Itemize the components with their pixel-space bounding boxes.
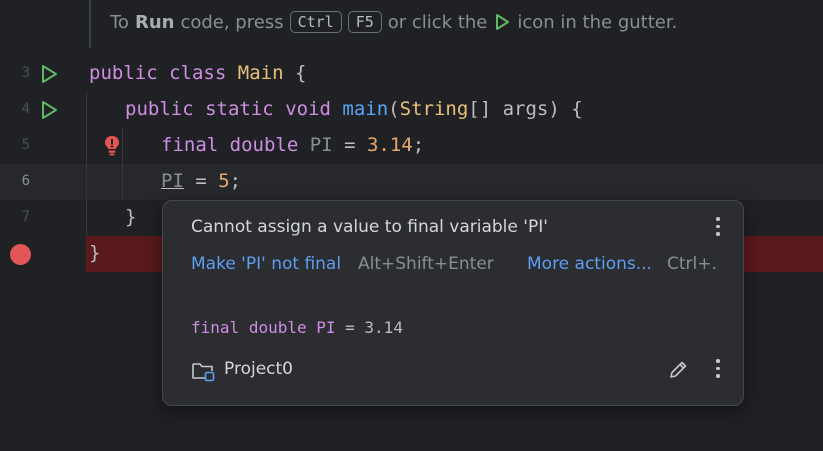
- token: void: [285, 98, 331, 120]
- quick-fix-link[interactable]: Make 'PI' not final: [191, 254, 341, 274]
- project-name[interactable]: Project0: [224, 359, 293, 379]
- line-number: 6: [21, 173, 30, 189]
- kbd-f5: F5: [347, 11, 382, 33]
- folder-icon: [192, 363, 215, 382]
- kbd-ctrl: Ctrl: [289, 11, 342, 33]
- run-icon: [496, 14, 510, 30]
- hint-border: [89, 0, 91, 48]
- token: main: [342, 98, 389, 120]
- token: class: [169, 62, 227, 84]
- line-number: 3: [21, 65, 30, 81]
- code-text[interactable]: final double PI = 3.14;: [161, 134, 424, 156]
- more-vertical-icon[interactable]: [715, 217, 721, 239]
- token: final: [161, 134, 219, 156]
- token: {: [283, 62, 307, 84]
- error-popup: Cannot assign a value to final variable …: [162, 200, 744, 406]
- token: Main: [237, 62, 284, 84]
- more-actions-link[interactable]: More actions...: [527, 254, 652, 274]
- token: public: [89, 62, 158, 84]
- error-message: Cannot assign a value to final variable …: [191, 217, 548, 237]
- token: (: [388, 98, 400, 120]
- token: =: [332, 134, 367, 156]
- token: public: [125, 98, 194, 120]
- code-text[interactable]: }: [89, 242, 100, 264]
- indent-guide: [122, 128, 123, 200]
- token: [] args) {: [468, 98, 583, 120]
- hint-prefix: To: [110, 11, 129, 33]
- token: 5: [218, 170, 230, 192]
- token: = 3.14: [335, 318, 403, 337]
- edit-icon[interactable]: [667, 359, 689, 381]
- token: ;: [412, 134, 425, 156]
- hint-text: To Run code, press Ctrl F5 or click the …: [110, 11, 677, 33]
- code-line-5: 5 final double PI = 3.14;: [0, 128, 823, 164]
- token: PI: [316, 318, 336, 337]
- hint-suffix: icon in the gutter.: [517, 11, 678, 33]
- code-text[interactable]: }: [125, 206, 136, 228]
- token: double: [229, 134, 299, 156]
- code-text[interactable]: public static void main(String[] args) {: [125, 98, 583, 120]
- token: final: [191, 318, 240, 337]
- token: }: [125, 206, 137, 228]
- more-actions-shortcut: Ctrl+.: [667, 254, 717, 274]
- run-hint: To Run code, press Ctrl F5 or click the …: [0, 0, 823, 48]
- line-number: 7: [21, 209, 30, 225]
- hint-run-word: Run: [134, 11, 175, 33]
- code-line-6: 6 PI = 5;: [0, 164, 823, 200]
- code-line-3: 3 public class Main {: [0, 56, 823, 92]
- code-text[interactable]: public class Main {: [89, 62, 306, 84]
- token: ;: [229, 170, 242, 192]
- declaration-preview: final double PI = 3.14: [191, 318, 403, 337]
- token: 3.14: [366, 134, 413, 156]
- token: PI: [161, 170, 184, 192]
- breakpoint-icon[interactable]: [10, 244, 31, 265]
- code-line-4: 4 public static void main(String[] args)…: [0, 92, 823, 128]
- token: double: [248, 318, 307, 337]
- hint-after-keys: or click the: [387, 11, 488, 33]
- run-gutter-icon[interactable]: [38, 99, 60, 121]
- token: PI: [309, 134, 333, 156]
- quick-fix-shortcut: Alt+Shift+Enter: [358, 254, 494, 274]
- indent-guide: [86, 92, 87, 236]
- token: }: [89, 242, 101, 264]
- token: =: [183, 170, 219, 192]
- more-vertical-icon[interactable]: [715, 359, 721, 381]
- token: static: [205, 98, 274, 120]
- code-text[interactable]: PI = 5;: [161, 170, 241, 192]
- line-number: 5: [21, 137, 30, 153]
- run-gutter-icon[interactable]: [38, 63, 60, 85]
- token: String: [399, 98, 469, 120]
- hint-after-run: code, press: [180, 11, 284, 33]
- line-number: 4: [21, 101, 30, 117]
- error-bulb-icon[interactable]: [102, 134, 122, 158]
